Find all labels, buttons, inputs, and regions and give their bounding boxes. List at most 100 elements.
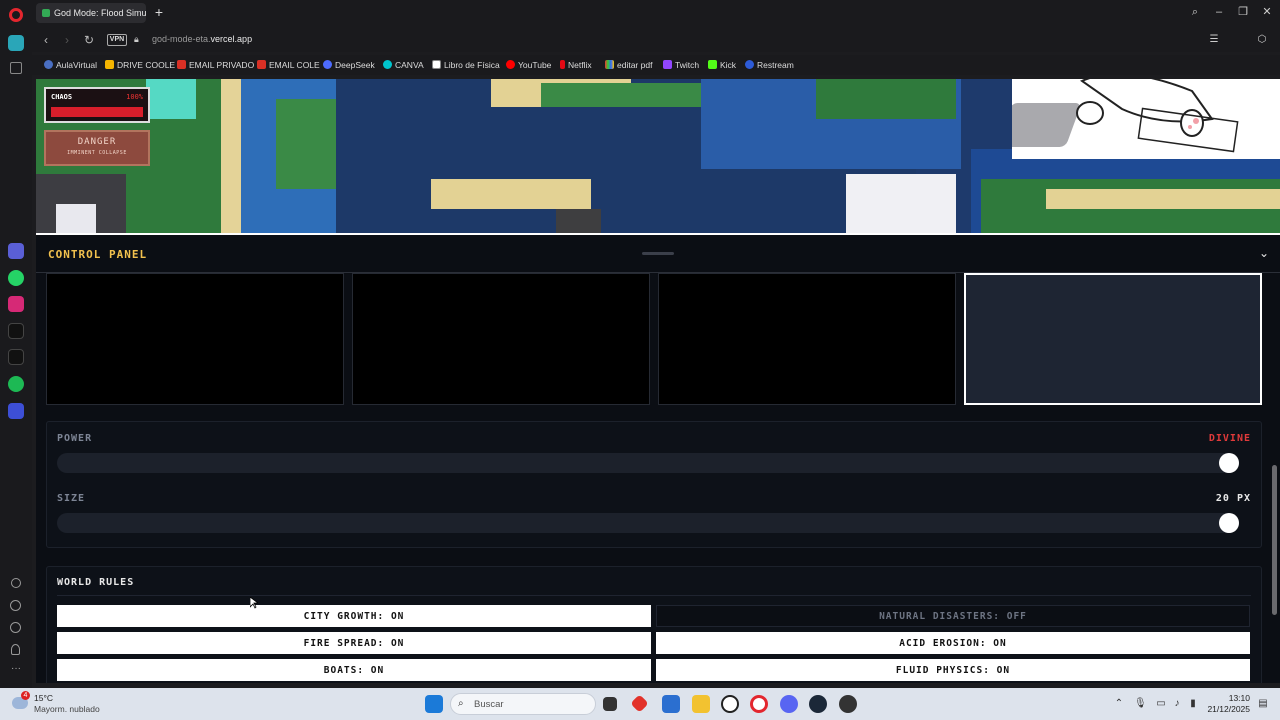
- home-icon[interactable]: [8, 35, 24, 51]
- menu-icon[interactable]: ☰: [1208, 34, 1220, 46]
- opera-logo-icon[interactable]: [9, 8, 23, 22]
- size-slider-thumb[interactable]: [1219, 513, 1239, 533]
- bookmark-youtube[interactable]: YouTube: [506, 60, 551, 70]
- bookmark-deepseek[interactable]: DeepSeek: [323, 60, 375, 70]
- instagram-icon[interactable]: [8, 296, 24, 312]
- clock-date[interactable]: 21/12/2025: [1200, 704, 1250, 714]
- maximize-button[interactable]: ❐: [1235, 4, 1251, 20]
- search-placeholder: Buscar: [474, 699, 504, 710]
- browser-tab[interactable]: God Mode: Flood Simulat: [36, 3, 146, 23]
- network-icon[interactable]: ▭: [1155, 698, 1167, 710]
- rule-toggle-fire-spread[interactable]: FIRE SPREAD: ON: [57, 632, 651, 654]
- bookmark-netflix[interactable]: Netflix: [560, 60, 592, 70]
- settings-icon[interactable]: [10, 622, 21, 633]
- volume-icon[interactable]: ♪: [1171, 698, 1183, 710]
- page-scrollbar[interactable]: [1272, 465, 1277, 615]
- x-icon[interactable]: [8, 349, 24, 365]
- lightbulb-icon[interactable]: [11, 644, 20, 655]
- power-slider-thumb[interactable]: [1219, 453, 1239, 473]
- bookmark-restream[interactable]: Restream: [745, 60, 794, 70]
- bookmark-label: Twitch: [675, 60, 700, 70]
- size-label: SIZE: [57, 493, 86, 504]
- bookmark-editar-pdf[interactable]: editar pdf: [605, 60, 652, 70]
- extensions-icon[interactable]: ⬡: [1256, 34, 1268, 46]
- url-host: god-mode-eta.: [152, 34, 211, 44]
- size-slider[interactable]: [57, 513, 1239, 533]
- back-button[interactable]: ‹: [39, 33, 53, 47]
- player-icon[interactable]: [8, 403, 24, 419]
- tool-card[interactable]: [46, 273, 344, 405]
- history-icon[interactable]: [10, 600, 21, 611]
- weather-description[interactable]: Mayorm. nublado: [34, 704, 100, 714]
- bookmark-label: EMAIL COLE: [269, 60, 320, 70]
- bookmark-email-cole[interactable]: EMAIL COLE: [257, 60, 320, 70]
- tab-title: God Mode: Flood Simulat: [54, 8, 146, 18]
- mouse-cursor-icon: [250, 597, 258, 609]
- spotify-icon[interactable]: [8, 376, 24, 392]
- bookmark-label: CANVA: [395, 60, 424, 70]
- chevron-up-icon[interactable]: ⌃: [1113, 698, 1125, 710]
- store-icon[interactable]: [662, 695, 680, 713]
- rule-toggle-boats[interactable]: BOATS: ON: [57, 659, 651, 681]
- heart-icon[interactable]: [11, 578, 21, 588]
- opera-taskbar-icon[interactable]: [750, 695, 768, 713]
- search-tabs-icon[interactable]: ⌕: [1187, 4, 1203, 20]
- close-button[interactable]: ✕: [1259, 4, 1275, 20]
- search-icon: ⌕: [458, 698, 464, 709]
- youtube-icon: [506, 60, 515, 69]
- bookmark-label: Libro de Física: [444, 60, 500, 70]
- bookmark-libro-fisica[interactable]: Libro de Física: [432, 60, 500, 70]
- rule-toggle-city-growth[interactable]: CITY GROWTH: ON: [57, 605, 651, 627]
- discord-icon[interactable]: [780, 695, 798, 713]
- whatsapp-icon[interactable]: [8, 270, 24, 286]
- more-icon[interactable]: ···: [8, 664, 24, 674]
- lock-icon[interactable]: 🔒︎: [134, 34, 142, 44]
- drag-handle[interactable]: [642, 252, 674, 255]
- app-icon[interactable]: [839, 695, 857, 713]
- bookmark-drive-coole[interactable]: DRIVE COOLE: [105, 60, 175, 70]
- aria-icon[interactable]: [8, 243, 24, 259]
- minimize-button[interactable]: –: [1211, 4, 1227, 20]
- chatgpt-icon[interactable]: [721, 695, 739, 713]
- book-icon: [432, 60, 441, 69]
- windows-start-icon[interactable]: [425, 695, 443, 713]
- rule-toggle-natural-disasters[interactable]: NATURAL DISASTERS: OFF: [656, 605, 1250, 627]
- star-icon[interactable]: [10, 62, 22, 74]
- tab-favicon-icon: [42, 9, 50, 17]
- tab-bar: [0, 0, 1280, 28]
- clock-time[interactable]: 13:10: [1210, 693, 1250, 703]
- tool-card[interactable]: [352, 273, 650, 405]
- file-explorer-icon[interactable]: [692, 695, 710, 713]
- bookmark-canva[interactable]: CANVA: [383, 60, 424, 70]
- bookmark-email-privado[interactable]: EMAIL PRIVADO: [177, 60, 254, 70]
- danger-title: DANGER: [77, 137, 117, 147]
- bookmark-label: editar pdf: [617, 60, 653, 70]
- tiktok-icon[interactable]: [8, 323, 24, 339]
- bookmark-aulavirtual[interactable]: AulaVirtual: [44, 60, 97, 70]
- tool-card-selected[interactable]: [964, 273, 1262, 405]
- reload-button[interactable]: ↻: [82, 33, 96, 47]
- notifications-icon[interactable]: ▤: [1257, 698, 1269, 710]
- task-view-icon[interactable]: [603, 697, 617, 711]
- rule-toggle-acid-erosion[interactable]: ACID EROSION: ON: [656, 632, 1250, 654]
- bookmark-kick[interactable]: Kick: [708, 60, 736, 70]
- control-panel-header[interactable]: CONTROL PANEL ⌄: [36, 233, 1280, 273]
- gmail-icon: [177, 60, 186, 69]
- steam-icon[interactable]: [809, 695, 827, 713]
- rule-toggle-fluid-physics[interactable]: FLUID PHYSICS: ON: [656, 659, 1250, 681]
- url-text[interactable]: god-mode-eta.vercel.app: [152, 34, 252, 44]
- bongo-cat-overlay: [997, 79, 1280, 159]
- microphone-icon[interactable]: 🎙︎: [1134, 698, 1147, 710]
- chevron-down-icon[interactable]: ⌄: [1256, 245, 1272, 261]
- power-slider[interactable]: [57, 453, 1239, 473]
- taskbar-search[interactable]: [450, 693, 596, 715]
- bookmark-twitch[interactable]: Twitch: [663, 60, 699, 70]
- battery-icon[interactable]: ▮: [1187, 698, 1199, 710]
- new-tab-button[interactable]: +: [152, 5, 166, 19]
- weather-temperature[interactable]: 15°C: [34, 693, 53, 703]
- kick-icon: [708, 60, 717, 69]
- forward-button[interactable]: ›: [60, 33, 74, 47]
- tool-card[interactable]: [658, 273, 956, 405]
- size-value: 20 PX: [1215, 493, 1251, 504]
- vpn-badge[interactable]: VPN: [107, 34, 127, 46]
